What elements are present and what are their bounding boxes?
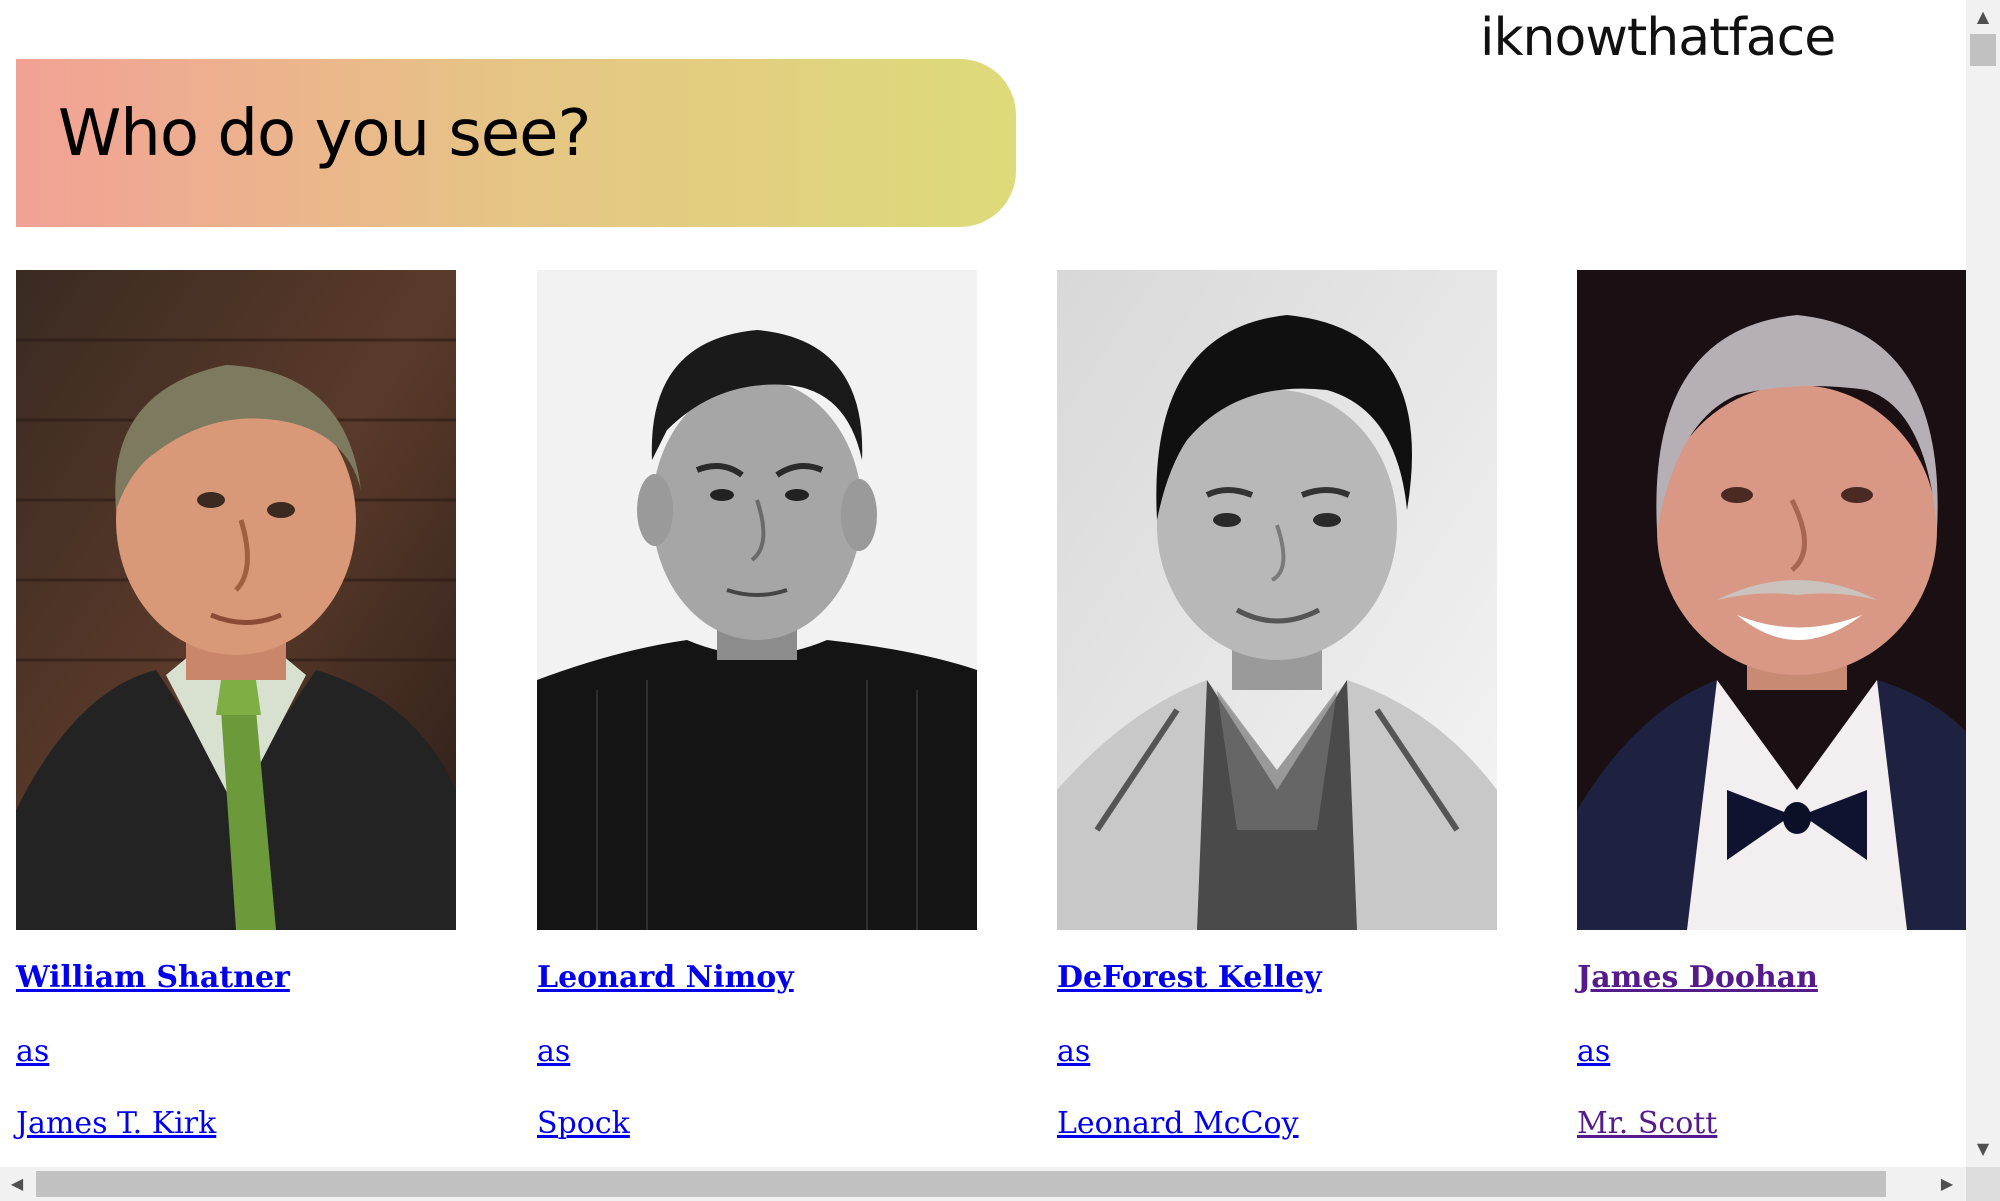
vertical-scrollbar[interactable]: ▲ ▼: [1966, 0, 2000, 1167]
actor-card-leonard-nimoy: Leonard Nimoy as Spock: [537, 270, 977, 1141]
page-title: Who do you see?: [58, 97, 591, 171]
site-logo[interactable]: iknowthatface: [1480, 8, 1836, 68]
as-link[interactable]: as: [537, 1034, 570, 1069]
actor-card-william-shatner: William Shatner as James T. Kirk: [16, 270, 456, 1141]
actor-card-deforest-kelley: DeForest Kelley as Leonard McCoy: [1057, 270, 1497, 1141]
scroll-left-arrow-icon[interactable]: ◀: [2, 1167, 32, 1201]
as-link[interactable]: as: [1577, 1034, 1610, 1069]
actor-photo[interactable]: [1577, 270, 1966, 930]
scroll-right-arrow-icon[interactable]: ▶: [1932, 1167, 1962, 1201]
as-link[interactable]: as: [16, 1034, 49, 1069]
role-link[interactable]: Leonard McCoy: [1057, 1106, 1299, 1141]
actor-link[interactable]: Leonard Nimoy: [537, 960, 794, 995]
role-link[interactable]: Spock: [537, 1106, 630, 1141]
role-link[interactable]: Mr. Scott: [1577, 1106, 1717, 1141]
actor-photo[interactable]: [16, 270, 456, 930]
horizontal-scrollbar[interactable]: ◀ ▶: [0, 1167, 1966, 1201]
actor-photo[interactable]: [537, 270, 977, 930]
role-link[interactable]: James T. Kirk: [16, 1106, 216, 1141]
horizontal-scroll-thumb[interactable]: [36, 1171, 1886, 1197]
actor-link[interactable]: DeForest Kelley: [1057, 960, 1322, 995]
page-viewport: iknowthatface Who do you see? William Sh…: [0, 0, 1966, 1167]
as-link[interactable]: as: [1057, 1034, 1090, 1069]
actor-link[interactable]: James Doohan: [1577, 960, 1818, 995]
actor-card-james-doohan: James Doohan as Mr. Scott: [1577, 270, 1966, 1141]
scroll-down-arrow-icon[interactable]: ▼: [1966, 1134, 2000, 1164]
heading-banner: Who do you see?: [16, 59, 1016, 227]
vertical-scroll-thumb[interactable]: [1970, 34, 1996, 66]
actor-photo[interactable]: [1057, 270, 1497, 930]
actor-link[interactable]: William Shatner: [16, 960, 290, 995]
scrollbar-corner: [1966, 1167, 2000, 1201]
scroll-up-arrow-icon[interactable]: ▲: [1966, 2, 2000, 32]
